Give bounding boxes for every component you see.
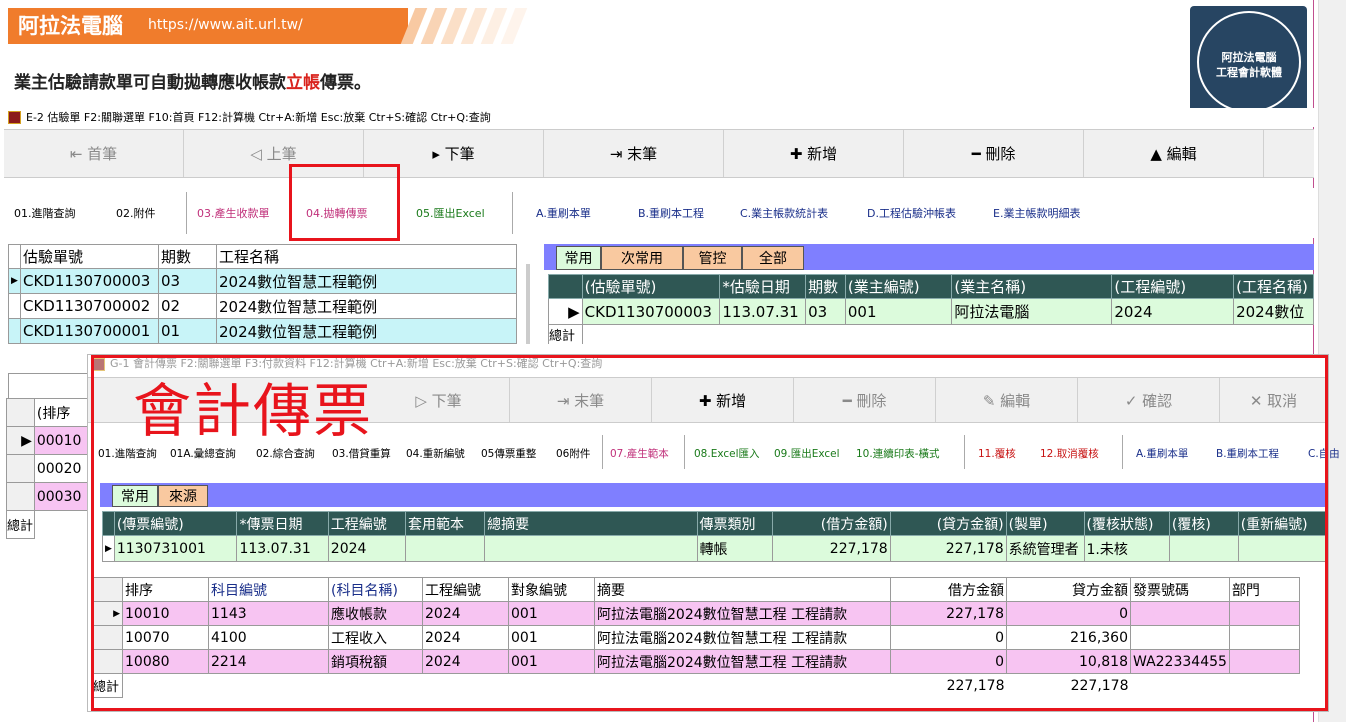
cell bbox=[34, 511, 89, 539]
tab-strip: 常用 次常用 管控 全部 bbox=[544, 244, 1314, 270]
col-header[interactable]: 期數 bbox=[158, 244, 217, 269]
col-header[interactable]: 工程名稱 bbox=[216, 244, 517, 269]
cell bbox=[582, 325, 1313, 345]
table-row[interactable]: CKD1130700002 02 2024數位智慧工程範例 bbox=[8, 293, 517, 319]
table-header-row: (估驗單號) *估驗日期 期數 (業主編號) (業主名稱) (工程編號) (工程名稱) bbox=[548, 274, 1314, 299]
generate-receipt-button[interactable]: 03.產生收款單 bbox=[197, 188, 270, 238]
col-header[interactable]: 期數 bbox=[805, 274, 846, 299]
page-subtitle: 業主估驗請款單可自動拋轉應收帳款立帳傳票。 bbox=[14, 68, 371, 93]
separator bbox=[512, 192, 513, 234]
refresh-doc-button[interactable]: A.重刷本單 bbox=[536, 188, 591, 238]
cell[interactable]: 113.07.31 bbox=[719, 298, 807, 325]
logo-line2: 工程會計軟體 bbox=[1216, 66, 1282, 79]
row-selector-icon: ▶ bbox=[6, 426, 35, 455]
cell[interactable]: 00020 bbox=[33, 454, 90, 483]
separator bbox=[186, 192, 187, 234]
banner-url[interactable]: https://www.ait.url.tw/ bbox=[148, 17, 303, 33]
cell[interactable]: 2024數位智慧工程範例 bbox=[216, 293, 517, 319]
col-header[interactable]: (估驗單號) bbox=[581, 274, 721, 299]
cell[interactable]: 01 bbox=[158, 318, 217, 344]
table-row[interactable]: ▶ 00010 bbox=[6, 426, 90, 455]
table-row[interactable]: ▶ CKD1130700003 03 2024數位智慧工程範例 bbox=[8, 268, 517, 294]
cell[interactable]: 00010 bbox=[33, 426, 90, 455]
col-header[interactable]: (工程名稱) bbox=[1233, 274, 1314, 299]
cell[interactable]: 03 bbox=[158, 268, 217, 294]
window-title: E-2 估驗單 F2:關聯選單 F10:首頁 F12:計算機 Ctr+A:新增 … bbox=[26, 111, 491, 124]
cell[interactable]: CKD1130700001 bbox=[20, 318, 159, 344]
first-record-button[interactable]: ⇤ 首筆 bbox=[4, 130, 184, 177]
owner-stats-button[interactable]: C.業主帳款統計表 bbox=[740, 188, 828, 238]
cell[interactable]: 2024數位智慧工程範例 bbox=[216, 268, 517, 294]
logo-line1: 阿拉法電腦 bbox=[1221, 51, 1277, 64]
col-header[interactable]: *估驗日期 bbox=[719, 274, 807, 299]
table-header-row: 估驗單號 期數 工程名稱 bbox=[8, 244, 517, 269]
row-selector-icon: ▶ bbox=[8, 268, 21, 294]
row-header-cell bbox=[8, 318, 21, 344]
total-label: 總計 bbox=[548, 324, 583, 344]
table-header-row: (排序 bbox=[6, 398, 90, 427]
col-header[interactable]: (排序 bbox=[33, 398, 90, 427]
cell[interactable]: 阿拉法電腦 bbox=[951, 298, 1113, 325]
export-excel-button[interactable]: 05.匯出Excel bbox=[416, 188, 485, 238]
banner-title: 阿拉法電腦 bbox=[18, 13, 123, 38]
highlight-box bbox=[289, 164, 400, 241]
col-header[interactable]: (工程編號) bbox=[1111, 274, 1235, 299]
row-header-cell bbox=[6, 454, 35, 483]
logo-text: 阿拉法電腦工程會計軟體 bbox=[1198, 50, 1300, 80]
total-row: 總計 bbox=[6, 510, 90, 539]
cell[interactable]: 2024數位智慧工程範例 bbox=[216, 318, 517, 344]
table-row[interactable]: 00030 bbox=[6, 482, 90, 511]
row-header-cell bbox=[8, 293, 21, 319]
sort-sub-grid: (排序 ▶ 00010 00020 00030 總計 bbox=[6, 398, 90, 548]
tab-common[interactable]: 常用 bbox=[556, 246, 601, 270]
estimate-offset-button[interactable]: D.工程估驗沖帳表 bbox=[867, 188, 956, 238]
table-row[interactable]: 00020 bbox=[6, 454, 90, 483]
cell[interactable]: 001 bbox=[844, 298, 953, 325]
voucher-stamp-text: 會計傳票 bbox=[133, 377, 374, 445]
cell[interactable]: 03 bbox=[805, 298, 846, 325]
table-row[interactable]: CKD1130700001 01 2024數位智慧工程範例 bbox=[8, 318, 517, 344]
total-row: 總計 bbox=[548, 324, 1314, 345]
cell[interactable]: CKD1130700003 bbox=[581, 298, 721, 325]
col-header[interactable]: (業主編號) bbox=[844, 274, 953, 299]
estimate-list-table: 估驗單號 期數 工程名稱 ▶ CKD1130700003 03 2024數位智慧工程範例 … bbox=[8, 244, 517, 344]
attachment-button[interactable]: 02.附件 bbox=[116, 188, 156, 238]
cell[interactable]: 02 bbox=[158, 293, 217, 319]
col-header[interactable]: (業主名稱) bbox=[951, 274, 1113, 299]
tab-all[interactable]: 全部 bbox=[742, 246, 804, 270]
tab-secondary[interactable]: 次常用 bbox=[601, 246, 683, 270]
add-button[interactable]: ✚ 新增 bbox=[724, 130, 904, 177]
row-selector-icon: ▶ bbox=[548, 298, 583, 325]
row-header-cell bbox=[548, 274, 583, 299]
window-titlebar: E-2 估驗單 F2:關聯選單 F10:首頁 F12:計算機 Ctr+A:新增 … bbox=[4, 108, 1314, 127]
cell[interactable]: CKD1130700002 bbox=[20, 293, 159, 319]
subtitle-highlight: 立帳 bbox=[286, 73, 320, 93]
app-icon bbox=[8, 111, 21, 124]
advanced-query-button[interactable]: 01.進階查詢 bbox=[14, 188, 76, 238]
estimate-detail-grid: (估驗單號) *估驗日期 期數 (業主編號) (業主名稱) (工程編號) (工程名稱) ▶ C… bbox=[548, 274, 1314, 344]
row-header-cell bbox=[6, 482, 35, 511]
table-row[interactable]: ▶ CKD1130700003 113.07.31 03 001 阿拉法電腦 2024 202… bbox=[548, 298, 1314, 325]
col-header[interactable]: 估驗單號 bbox=[20, 244, 159, 269]
cell[interactable]: 2024 bbox=[1111, 298, 1235, 325]
function-bar: 01.進階查詢 02.附件 03.產生收款單 04.拋轉傳票 05.匯出Exce… bbox=[4, 188, 1314, 238]
cell[interactable]: CKD1130700003 bbox=[20, 268, 159, 294]
nav-toolbar: ⇤ 首筆 ◁ 上筆 ▸ 下筆 ⇥ 末筆 ✚ 新增 ━ 刪除 ▲ 編輯 bbox=[4, 129, 1314, 178]
subtitle-text: 業主估驗請款單可自動拋轉應收帳款 bbox=[14, 73, 286, 93]
edit-button[interactable]: ▲ 編輯 bbox=[1084, 130, 1264, 177]
refresh-project-button[interactable]: B.重刷本工程 bbox=[638, 188, 704, 238]
estimate-detail-table: (估驗單號) *估驗日期 期數 (業主編號) (業主名稱) (工程編號) (工程名稱) ▶ C… bbox=[548, 274, 1314, 344]
subtitle-text-end: 傳票。 bbox=[320, 73, 371, 93]
sort-sub-table: (排序 ▶ 00010 00020 00030 總計 bbox=[6, 398, 90, 539]
delete-button[interactable]: ━ 刪除 bbox=[904, 130, 1084, 177]
row-header-cell bbox=[6, 398, 35, 427]
scrollbar[interactable] bbox=[526, 264, 530, 344]
tab-control[interactable]: 管控 bbox=[683, 246, 742, 270]
total-label: 總計 bbox=[6, 510, 35, 539]
cell[interactable]: 2024數位 bbox=[1233, 298, 1314, 325]
cell[interactable]: 00030 bbox=[33, 482, 90, 511]
owner-detail-button[interactable]: E.業主帳款明細表 bbox=[993, 188, 1080, 238]
last-record-button[interactable]: ⇥ 末筆 bbox=[544, 130, 724, 177]
row-header-cell bbox=[8, 244, 21, 269]
